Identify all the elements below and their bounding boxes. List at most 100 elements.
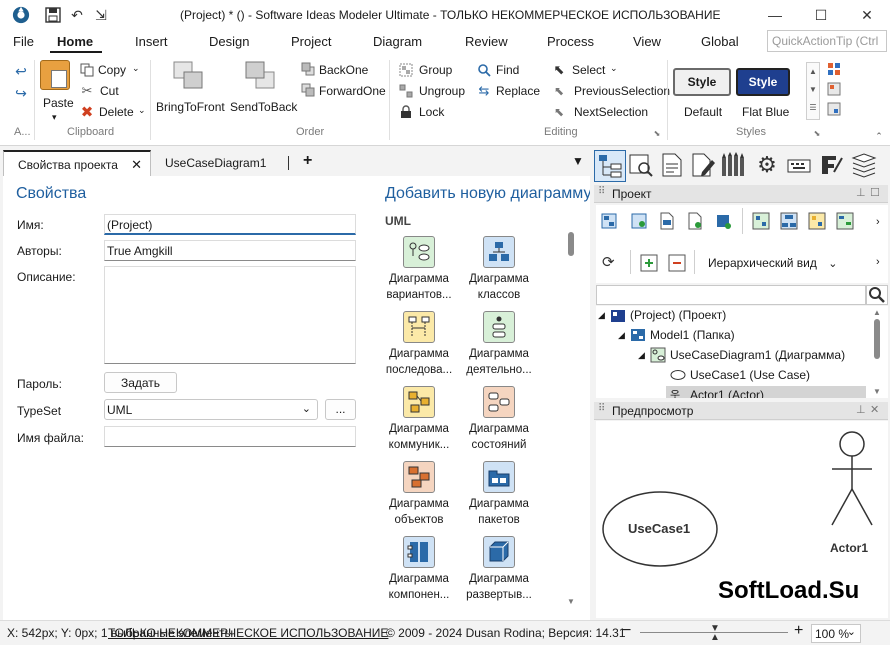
- gallery-down-icon[interactable]: ▼: [807, 81, 819, 99]
- quick-action-input[interactable]: QuickActionTip (Ctrl: [767, 30, 887, 52]
- zoom-slider-thumb[interactable]: ▼ ▲: [710, 624, 720, 643]
- send-to-back-button[interactable]: SendToBack: [230, 100, 297, 114]
- minimize-button[interactable]: —: [752, 0, 798, 30]
- undo-icon[interactable]: ↶: [68, 6, 86, 24]
- new-folder-tool-icon[interactable]: [630, 212, 650, 232]
- tree-item-project[interactable]: (Project) (Проект): [630, 308, 726, 322]
- undo-arrow-icon[interactable]: ↩: [12, 62, 30, 80]
- diagram-sequence-item[interactable]: Диаграмма последова...: [379, 311, 459, 378]
- tab-list-dropdown-icon[interactable]: ▼: [572, 154, 584, 168]
- diagram-usecase-item[interactable]: Диаграмма вариантов...: [379, 236, 459, 303]
- panel-maximize-icon[interactable]: ☐: [870, 186, 880, 199]
- editing-launcher-icon[interactable]: ⬊: [652, 128, 662, 138]
- diagram-search-tool-icon[interactable]: [628, 152, 654, 178]
- refresh-icon[interactable]: ⟳: [602, 254, 620, 272]
- new-document-tool-icon[interactable]: [658, 212, 678, 232]
- scroll-down-icon[interactable]: ▼: [870, 387, 884, 396]
- tree-expand-icon[interactable]: ◢: [618, 330, 625, 341]
- paste-dropdown-icon[interactable]: ▾: [52, 112, 57, 123]
- name-field[interactable]: (Project): [104, 214, 356, 235]
- ungroup-button[interactable]: Ungroup: [419, 84, 465, 98]
- close-tab-icon[interactable]: ✕: [131, 157, 142, 173]
- menu-insert[interactable]: Insert: [135, 34, 168, 49]
- menu-review[interactable]: Review: [465, 34, 508, 49]
- redo-arrow-icon[interactable]: ↪: [12, 84, 30, 102]
- edit-document-tool-icon[interactable]: [690, 152, 716, 178]
- settings-gear-icon[interactable]: ⚙: [754, 152, 780, 178]
- new-model-tool-icon[interactable]: [714, 212, 734, 232]
- tree-scrollbar[interactable]: ▲ ▼: [870, 308, 884, 396]
- next-selection-button[interactable]: NextSelection: [574, 105, 648, 119]
- zoom-level-select[interactable]: 100 % ⌄: [811, 624, 861, 643]
- preview-canvas[interactable]: UseCase1 Actor1 SoftLoad.Su: [596, 421, 888, 618]
- menu-process[interactable]: Process: [547, 34, 594, 49]
- delete-dropdown-icon[interactable]: ⌄: [138, 105, 146, 116]
- tree-tool-icon-1[interactable]: [752, 212, 772, 232]
- diagram-list-scrollbar[interactable]: ▼: [565, 230, 577, 606]
- typeset-select[interactable]: UML ⌄: [104, 399, 318, 420]
- style-default-button[interactable]: Style: [673, 68, 731, 96]
- tree-expand-icon[interactable]: ◢: [598, 310, 605, 321]
- zoom-out-button[interactable]: −: [622, 622, 631, 640]
- pin-icon[interactable]: ⊥: [856, 186, 866, 199]
- add-tab-button[interactable]: +: [303, 152, 312, 170]
- diagram-activity-item[interactable]: Диаграмма деятельно...: [459, 311, 539, 378]
- tree-item-actor[interactable]: Actor1 (Actor): [690, 388, 764, 398]
- zoom-in-button[interactable]: +: [794, 622, 803, 640]
- styles-gallery-scroll[interactable]: ▲ ▼ ☰: [806, 62, 820, 120]
- tree-expand-icon[interactable]: ◢: [638, 350, 645, 361]
- close-button[interactable]: ✕: [844, 0, 890, 30]
- diagram-object-item[interactable]: Диаграмма объектов: [379, 461, 459, 528]
- tree-tool-icon-4[interactable]: [836, 212, 856, 232]
- scroll-up-icon[interactable]: ▲: [870, 308, 884, 317]
- new-diagram-tool-icon[interactable]: [600, 212, 620, 232]
- cut-button[interactable]: Cut: [100, 84, 119, 98]
- panel-close-icon[interactable]: ✕: [870, 403, 879, 416]
- maximize-button[interactable]: ☐: [798, 0, 844, 30]
- previous-selection-button[interactable]: PreviousSelection: [574, 84, 670, 98]
- select-dropdown-icon[interactable]: ⌄: [610, 63, 618, 74]
- style-flat-blue-button[interactable]: Style: [736, 68, 790, 96]
- format-icon-1[interactable]: [826, 61, 842, 77]
- styles-launcher-icon[interactable]: ⬊: [812, 128, 822, 138]
- scroll-down-icon[interactable]: ▼: [565, 597, 577, 606]
- diagram-class-item[interactable]: Диаграмма классов: [459, 236, 539, 303]
- format-icon-2[interactable]: [826, 81, 842, 97]
- save-icon[interactable]: [44, 6, 62, 24]
- menu-global[interactable]: Global: [701, 34, 739, 49]
- project-search-input[interactable]: [596, 285, 866, 305]
- tree-scroll-thumb[interactable]: [874, 319, 880, 359]
- forward-one-button[interactable]: ForwardOne: [319, 84, 386, 98]
- tree-item-model[interactable]: Model1 (Папка): [650, 328, 735, 342]
- expand-all-icon[interactable]: [640, 254, 658, 272]
- tree-tool-icon-2[interactable]: [780, 212, 800, 232]
- diagram-state-item[interactable]: Диаграмма состояний: [459, 386, 539, 453]
- gallery-up-icon[interactable]: ▲: [807, 63, 819, 81]
- filename-field[interactable]: [104, 426, 356, 447]
- new-item-tool-icon[interactable]: [686, 212, 706, 232]
- view-mode-select[interactable]: Иерархический вид ⌄: [708, 256, 837, 270]
- project-search-button[interactable]: [866, 285, 888, 305]
- diagram-deployment-item[interactable]: Диаграмма развертыв...: [459, 536, 539, 603]
- group-button[interactable]: Group: [419, 63, 452, 77]
- bring-to-front-button[interactable]: BringToFront: [156, 100, 225, 114]
- authors-field[interactable]: True Amgkill: [104, 240, 356, 261]
- set-password-button[interactable]: Задать: [104, 372, 177, 393]
- collapse-all-icon[interactable]: [668, 254, 686, 272]
- back-one-button[interactable]: BackOne: [319, 63, 368, 77]
- menu-design[interactable]: Design: [209, 34, 249, 49]
- menu-project[interactable]: Project: [291, 34, 331, 49]
- tree-item-usecase[interactable]: UseCase1 (Use Case): [690, 368, 810, 382]
- select-button[interactable]: Select: [572, 63, 605, 77]
- find-button[interactable]: Find: [496, 63, 519, 77]
- collapse-ribbon-icon[interactable]: ⌃: [873, 130, 885, 142]
- menu-home[interactable]: Home: [57, 34, 93, 49]
- toolbar-overflow-icon-2[interactable]: ›: [876, 256, 880, 268]
- tree-item-diagram[interactable]: UseCaseDiagram1 (Диаграмма): [670, 348, 845, 362]
- project-explorer-tool-icon[interactable]: [594, 150, 626, 182]
- document-tool-icon[interactable]: [660, 152, 684, 178]
- menu-diagram[interactable]: Diagram: [373, 34, 422, 49]
- diagram-list-scroll-thumb[interactable]: [568, 232, 574, 256]
- pin-icon[interactable]: ⊥: [856, 403, 866, 416]
- description-field[interactable]: [104, 266, 356, 364]
